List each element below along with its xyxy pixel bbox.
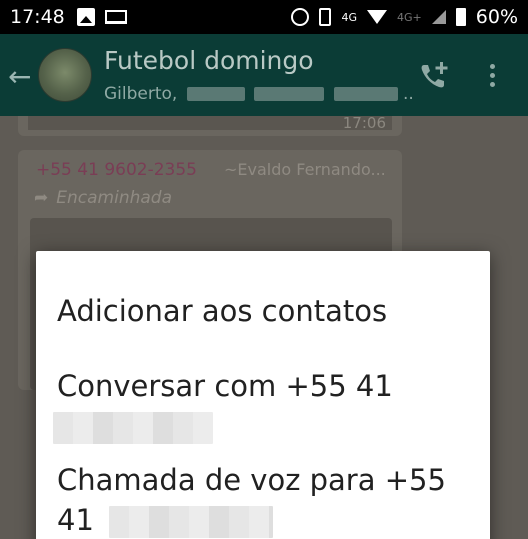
- back-arrow-icon[interactable]: ←: [8, 60, 31, 93]
- laptop-icon: [104, 10, 127, 24]
- add-to-contacts-option[interactable]: Adicionar aos contatos: [57, 291, 387, 331]
- chat-title[interactable]: Futebol domingo: [104, 46, 314, 75]
- previous-message-bubble[interactable]: 17:06: [18, 114, 402, 136]
- sender-name: ~Evaldo Fernando...: [224, 160, 386, 179]
- option-label: Adicionar aos contatos: [57, 294, 388, 328]
- network-4g-plus-label: 4G+: [397, 10, 422, 24]
- group-avatar[interactable]: [38, 48, 92, 102]
- option-line2: 41: [57, 500, 446, 539]
- redacted-number: [109, 506, 274, 538]
- redacted-number: [53, 412, 213, 444]
- vibrate-icon: [319, 8, 332, 26]
- battery-percent: 60%: [475, 6, 518, 28]
- phone-4g-icon: 4G: [341, 10, 358, 24]
- status-bar: 17:48 4G 4G+ 60%: [0, 0, 528, 34]
- redacted-block: [186, 87, 245, 101]
- sender-phone[interactable]: +55 41 9602-2355: [36, 160, 197, 180]
- photo-icon: [76, 8, 95, 26]
- clock: 17:48: [10, 6, 65, 28]
- alarm-icon: [291, 8, 310, 26]
- forwarded-indicator: ➦ Encaminhada: [34, 188, 172, 208]
- participant-ellipsis: ..: [402, 84, 414, 104]
- add-call-icon[interactable]: [418, 61, 450, 91]
- option-line2: [53, 406, 393, 446]
- battery-icon: [455, 8, 466, 26]
- voice-call-option[interactable]: Chamada de voz para +55 41: [57, 460, 446, 539]
- participant-first: Gilberto,: [104, 84, 178, 104]
- redacted-block: [254, 87, 325, 101]
- signal-icon: [431, 10, 446, 24]
- chat-app-bar: ← Futebol domingo Gilberto, ..: [0, 34, 528, 116]
- previous-media: [28, 116, 392, 130]
- option-label: Chamada de voz para +55: [57, 463, 446, 497]
- chat-participants[interactable]: Gilberto, ..: [104, 84, 414, 104]
- redacted-block: [333, 87, 398, 101]
- chat-with-number-option[interactable]: Conversar com +55 41: [53, 366, 393, 446]
- more-vert-icon[interactable]: [488, 64, 496, 90]
- option-label: Conversar com +55 41: [57, 369, 393, 403]
- option-label-line2: 41: [57, 503, 94, 537]
- phone-options-dialog: Adicionar aos contatos Conversar com +55…: [36, 251, 490, 539]
- wifi-icon: [367, 10, 388, 24]
- forward-arrow-icon: ➦: [34, 188, 49, 208]
- message-time: 17:06: [342, 114, 386, 132]
- forwarded-label: Encaminhada: [56, 188, 172, 208]
